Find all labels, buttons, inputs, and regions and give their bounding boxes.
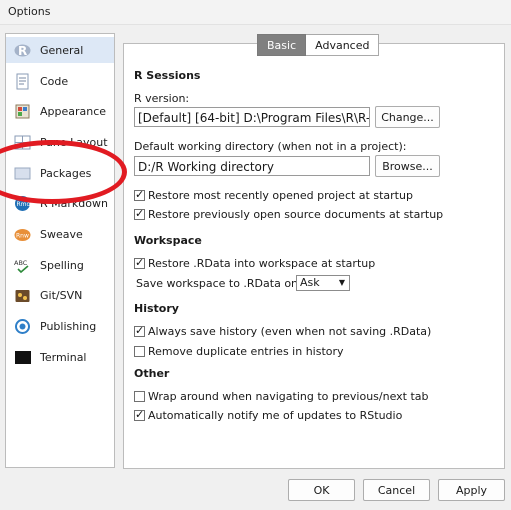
r-version-label: R version: (134, 92, 190, 105)
checkbox-label: Always save history (even when not savin… (148, 325, 432, 338)
checkbox-box[interactable] (134, 324, 145, 337)
checkbox-box[interactable] (134, 256, 145, 269)
sidebar-item-label: Spelling (40, 258, 84, 272)
svg-text:Rnw: Rnw (16, 232, 29, 239)
checkbox-label: Restore most recently opened project at … (148, 189, 413, 202)
sidebar-item-label: Packages (40, 166, 92, 180)
checkbox-label: Automatically notify me of updates to RS… (148, 409, 403, 422)
notify-updates-checkbox[interactable]: Automatically notify me of updates to RS… (134, 408, 403, 422)
ok-button[interactable]: OK (288, 479, 355, 501)
dropdown-arrow-icon: ▼ (338, 278, 345, 287)
sidebar-item-publishing[interactable]: Publishing (6, 313, 114, 339)
checkbox-box[interactable] (134, 346, 145, 357)
browse-button[interactable]: Browse... (375, 155, 440, 177)
checkbox-box[interactable] (134, 188, 145, 201)
sidebar-item-general[interactable]: R General (6, 37, 114, 63)
wrap-around-checkbox[interactable]: Wrap around when navigating to previous/… (134, 390, 429, 403)
sidebar-item-git-svn[interactable]: Git/SVN (6, 282, 114, 308)
checkbox-label: Remove duplicate entries in history (148, 345, 344, 358)
packages-box-icon (14, 165, 31, 182)
sidebar-item-appearance[interactable]: Appearance (6, 98, 114, 124)
checkbox-box[interactable] (134, 408, 145, 421)
working-directory-field: D:/R Working directory (134, 156, 370, 176)
checkbox-label: Wrap around when navigating to previous/… (148, 390, 429, 403)
git-icon (14, 287, 31, 304)
window-title: Options (8, 5, 51, 18)
save-workspace-select[interactable]: Ask ▼ (296, 275, 350, 291)
checkbox-label: Restore .RData into workspace at startup (148, 257, 376, 270)
select-value: Ask (300, 276, 320, 289)
restore-project-checkbox[interactable]: Restore most recently opened project at … (134, 188, 413, 202)
r-logo-icon: R (14, 42, 31, 59)
workspace-heading: Workspace (134, 234, 202, 247)
apply-button[interactable]: Apply (438, 479, 505, 501)
tab-advanced[interactable]: Advanced (306, 34, 380, 56)
sidebar-item-label: Appearance (40, 104, 107, 118)
restore-rdata-checkbox[interactable]: Restore .RData into workspace at startup (134, 256, 376, 270)
sidebar-item-label: General (40, 43, 84, 57)
sidebar-item-label: Pane Layout (40, 135, 108, 149)
checkbox-box[interactable] (134, 391, 145, 402)
history-heading: History (134, 302, 179, 315)
sidebar-item-code[interactable]: Code (6, 68, 114, 94)
sidebar-item-label: Sweave (40, 227, 83, 241)
working-directory-label: Default working directory (when not in a… (134, 140, 407, 153)
checkbox-box[interactable] (134, 207, 145, 220)
basic-advanced-tabs: Basic Advanced (257, 34, 380, 56)
checkbox-label: Restore previously open source documents… (148, 208, 444, 221)
publishing-icon (14, 318, 31, 335)
terminal-icon (14, 349, 31, 366)
sidebar-item-label: Publishing (40, 319, 97, 333)
sidebar-item-terminal[interactable]: Terminal (6, 344, 114, 370)
other-heading: Other (134, 367, 170, 380)
spelling-abc-icon: ABC (14, 257, 31, 274)
svg-text:ABC: ABC (14, 259, 28, 267)
svg-text:R: R (18, 44, 27, 58)
change-button[interactable]: Change... (375, 106, 440, 128)
window-title-bar: Options (0, 0, 511, 24)
remove-duplicates-checkbox[interactable]: Remove duplicate entries in history (134, 345, 344, 358)
always-save-history-checkbox[interactable]: Always save history (even when not savin… (134, 324, 432, 338)
r-version-field: [Default] [64-bit] D:\Program Files\R\R-… (134, 107, 370, 127)
svg-text:Rmd: Rmd (17, 201, 31, 208)
sidebar-item-sweave[interactable]: Rnw Sweave (6, 221, 114, 247)
code-page-icon (14, 73, 31, 90)
cancel-button[interactable]: Cancel (363, 479, 430, 501)
sidebar-item-pane-layout[interactable]: Pane Layout (6, 129, 114, 155)
sidebar-item-r-markdown[interactable]: Rmd R Markdown (6, 190, 114, 216)
sidebar-item-packages[interactable]: Packages (6, 160, 114, 186)
tab-basic[interactable]: Basic (257, 34, 307, 56)
sidebar-item-label: Git/SVN (40, 288, 83, 302)
sidebar-item-label: R Markdown (40, 196, 108, 210)
restore-documents-checkbox[interactable]: Restore previously open source documents… (134, 207, 444, 221)
appearance-paint-icon (14, 103, 31, 120)
sweave-icon: Rnw (14, 226, 31, 243)
rmarkdown-icon: Rmd (14, 195, 31, 212)
sidebar-item-label: Code (40, 74, 69, 88)
sidebar-item-label: Terminal (40, 350, 87, 364)
pane-layout-icon (14, 134, 31, 151)
sidebar-item-spelling[interactable]: ABC Spelling (6, 252, 114, 278)
r-sessions-heading: R Sessions (134, 69, 201, 82)
options-sidebar: R General Code Appearance Pane Layout Pa… (5, 33, 115, 468)
